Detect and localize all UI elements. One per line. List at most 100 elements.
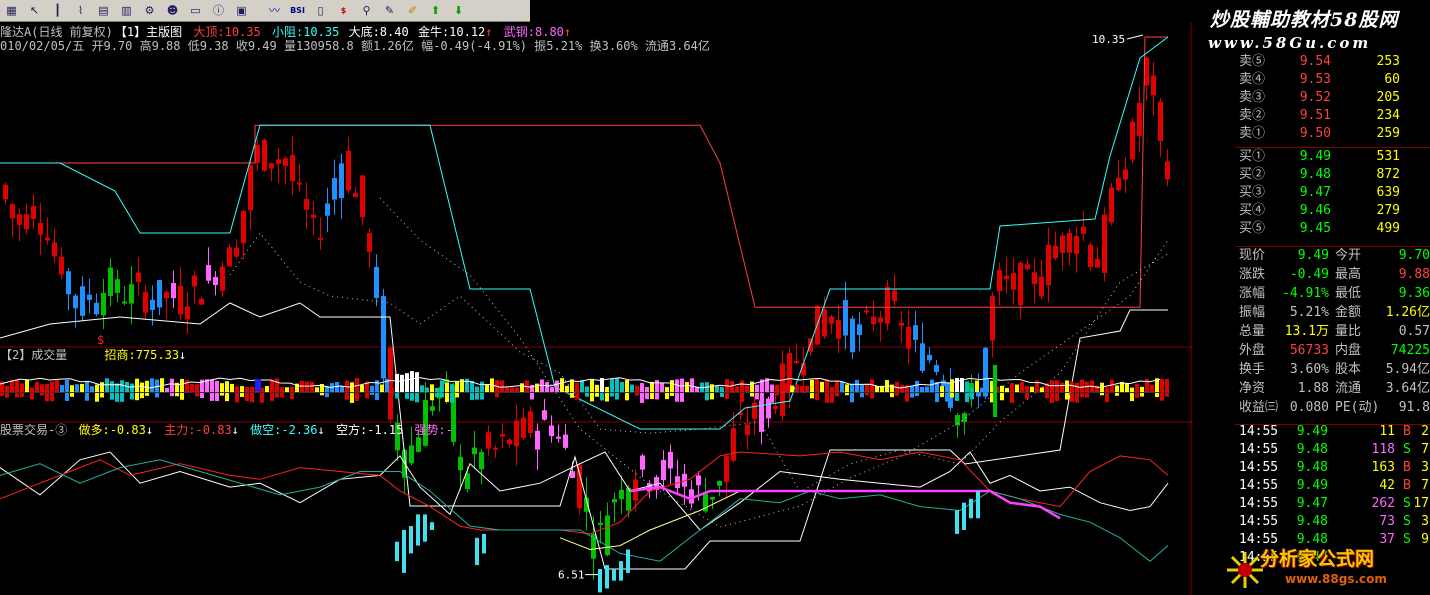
candle-body bbox=[185, 306, 190, 320]
candle-body bbox=[731, 428, 736, 461]
volume-bar bbox=[315, 387, 319, 392]
candle-body bbox=[1039, 276, 1044, 297]
volume-bar-neg bbox=[645, 393, 649, 400]
stat-label: 今开 bbox=[1335, 248, 1362, 263]
tick-side: S bbox=[1403, 514, 1411, 529]
tick-count: 3 bbox=[1421, 460, 1429, 475]
candle-body bbox=[927, 354, 932, 361]
ask-row: 卖② 9.51 234 bbox=[1235, 107, 1430, 125]
osc-bar bbox=[475, 537, 479, 566]
candle-body bbox=[493, 447, 498, 450]
volume-bar bbox=[480, 381, 484, 392]
spreadsheet-icon[interactable]: ▥ bbox=[117, 2, 136, 19]
volume-bar-neg bbox=[815, 393, 819, 401]
volume-bar bbox=[770, 384, 774, 392]
volume-bar bbox=[60, 384, 64, 392]
candle-body bbox=[290, 155, 295, 182]
volume-bar bbox=[1025, 385, 1029, 392]
document-icon[interactable]: ▭ bbox=[186, 2, 205, 19]
book-icon[interactable]: ▯ bbox=[311, 2, 330, 19]
candle-body bbox=[1004, 275, 1009, 280]
link-icon[interactable]: ⚲ bbox=[357, 2, 376, 19]
candle-body bbox=[255, 145, 260, 163]
volume-bar-neg bbox=[655, 393, 659, 400]
table-icon[interactable]: ▤ bbox=[94, 2, 113, 19]
bsi-icon[interactable]: BSI bbox=[288, 2, 307, 19]
stat-label: 量比 bbox=[1335, 324, 1362, 339]
candle-body bbox=[1011, 273, 1016, 290]
volume-bar-neg bbox=[755, 393, 759, 400]
volume-bar-neg bbox=[675, 393, 679, 402]
tick-time: 14:55 bbox=[1239, 425, 1279, 439]
ind-wugang: 武钢:8.80 bbox=[503, 25, 564, 39]
draw-icon[interactable]: ✎ bbox=[380, 2, 399, 19]
people-icon[interactable]: ☻ bbox=[163, 2, 182, 19]
volume-bar-neg bbox=[895, 393, 899, 396]
dollar-icon[interactable]: $ bbox=[334, 2, 353, 19]
line-chart-icon[interactable]: ⌇ bbox=[71, 2, 90, 19]
pencil-icon[interactable]: ✐ bbox=[403, 2, 422, 19]
tick-side: B bbox=[1403, 460, 1411, 475]
candle-body bbox=[528, 411, 533, 434]
volume-bar bbox=[685, 382, 689, 392]
volume-bar bbox=[450, 383, 454, 392]
settings-icon[interactable]: ⚙ bbox=[140, 2, 159, 19]
volume-bar bbox=[555, 380, 559, 392]
ask-row: 卖① 9.50 259 bbox=[1235, 125, 1430, 143]
ask-level: 卖② bbox=[1239, 108, 1266, 123]
volume-bar bbox=[985, 379, 989, 392]
volume-bar bbox=[790, 385, 794, 392]
volume-bar bbox=[155, 379, 159, 392]
volume-bar-neg bbox=[370, 393, 374, 396]
candle-body bbox=[836, 319, 841, 339]
volume-bar-neg bbox=[200, 393, 204, 399]
dotted-line-1 bbox=[229, 232, 1169, 493]
grid-icon[interactable]: ▦ bbox=[2, 2, 21, 19]
volume-bar bbox=[245, 387, 249, 392]
candle-body bbox=[745, 424, 750, 436]
volume-bar-neg bbox=[325, 393, 329, 398]
watermark-top-url: www.58Gu.com bbox=[1208, 34, 1372, 52]
volume-bar bbox=[795, 384, 799, 392]
volume-bar-neg bbox=[970, 393, 974, 400]
stat-value: 1.88 bbox=[1297, 381, 1329, 396]
volume-bar-neg bbox=[955, 393, 959, 401]
volume-bar-neg bbox=[405, 393, 409, 399]
chart-area[interactable]: 10.009.509.008.508.007.507.006.5040000.0… bbox=[0, 22, 1192, 595]
calendar-icon[interactable]: ▣ bbox=[232, 2, 251, 19]
volume-bar bbox=[650, 381, 654, 392]
chart-canvas[interactable]: 10.009.509.008.508.007.507.006.5040000.0… bbox=[0, 22, 1192, 595]
volume-bar-neg bbox=[1025, 393, 1029, 400]
candle-body bbox=[31, 206, 36, 220]
volume-bar bbox=[515, 387, 519, 392]
volume-bar bbox=[1020, 381, 1024, 392]
volume-bar-neg bbox=[135, 393, 139, 401]
osc-bar bbox=[976, 491, 980, 519]
info-icon[interactable]: ⓘ bbox=[209, 2, 228, 19]
volume-bar bbox=[610, 378, 614, 392]
candle-body bbox=[318, 237, 323, 240]
candle-body bbox=[171, 282, 176, 299]
volume-bar-neg bbox=[1100, 393, 1104, 396]
cursor-icon[interactable]: ↖ bbox=[25, 2, 44, 19]
volume-bar-neg bbox=[235, 393, 239, 403]
up-arrow-icon[interactable]: ⬆ bbox=[426, 2, 445, 19]
volume-bar-neg bbox=[95, 393, 99, 402]
candle-body bbox=[1102, 214, 1107, 273]
candle-body bbox=[10, 204, 15, 219]
trend-icon[interactable]: 〰 bbox=[265, 2, 284, 19]
stat-value: 1.26亿 bbox=[1385, 305, 1430, 320]
down-arrow-icon[interactable]: ⬇ bbox=[449, 2, 468, 19]
candle-body bbox=[997, 269, 1002, 292]
osc-bar bbox=[409, 526, 413, 554]
candle-body bbox=[696, 475, 701, 486]
volume-bar bbox=[910, 386, 914, 392]
tick-row: 14:55 9.48 73 S 3 bbox=[1235, 513, 1430, 531]
candle-chart-icon[interactable]: ┃ bbox=[48, 2, 67, 19]
volume-bar bbox=[560, 378, 564, 392]
volume-bar-neg bbox=[110, 393, 114, 400]
volume-bar-neg bbox=[595, 393, 599, 397]
stat-row: 现价 9.49 今开 9.70 bbox=[1235, 247, 1430, 265]
volume-bar bbox=[235, 386, 239, 392]
volume-bar bbox=[890, 384, 894, 392]
